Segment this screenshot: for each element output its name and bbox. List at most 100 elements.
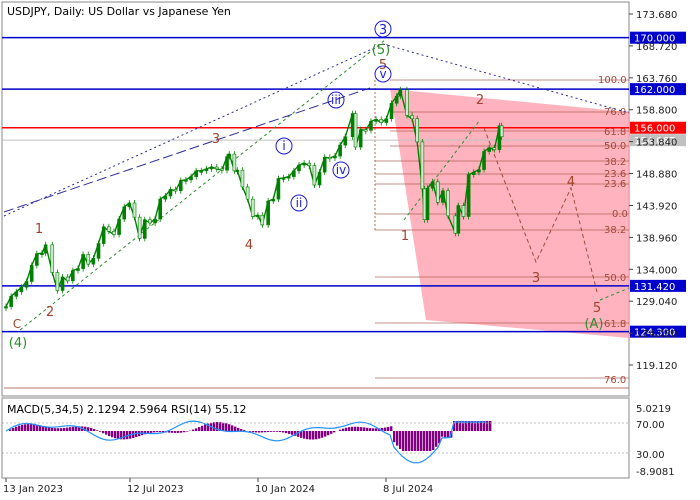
wave-label: 3 [212,132,220,147]
wave-label: 4 [245,238,253,253]
wave-label: 3 [379,23,387,38]
macd-bar [171,431,174,433]
candle [86,254,91,265]
candle [91,258,96,265]
price-tick-label: 173.680 [636,10,677,21]
candle [369,121,373,131]
macd-bar [363,427,366,431]
candle [477,169,481,173]
level-tag-label: 156.000 [634,124,675,135]
price-tick-label: 134.000 [636,265,677,276]
macd-bar [414,431,417,451]
macd-bar [426,431,429,451]
candle [122,206,127,220]
macd-bar [387,426,390,431]
level-tag-label: 162.000 [634,85,675,96]
macd-tick-label: 5.0219 [636,404,671,415]
wave-label: v [379,67,386,81]
candle [353,113,358,148]
macd-bar [213,422,216,431]
macd-bar [369,428,372,431]
macd-bar [90,428,93,431]
candle [471,171,476,176]
macd-bar [405,431,408,451]
candle [168,189,173,197]
usdjpy-chart: 100.076.061.850.038.223.623.60.038.250.0… [0,0,700,500]
macd-bar [180,431,183,433]
candle [189,176,193,181]
macd-bar [354,426,357,431]
macd-bar [192,429,195,431]
macd-bar [366,427,369,431]
candle [410,115,414,120]
level-tag-label: 131.420 [634,282,675,293]
macd-bar [159,431,162,433]
candle [214,166,219,170]
macd-bar [420,431,423,451]
candle [220,168,224,171]
candle [204,168,209,172]
candle [4,306,8,309]
candle [81,254,85,269]
candle [71,270,75,282]
macd-bar [309,431,312,440]
wave-label: 1 [35,222,43,237]
candle [112,231,116,235]
candle [184,179,188,182]
candle [60,276,65,291]
macd-bar [411,431,414,451]
chart-title: USDJPY, Daily: US Dollar vs Japanese Yen [7,5,231,18]
macd-bar [276,431,279,432]
wave-label: ii [296,196,303,210]
candle [225,156,229,171]
candle [297,164,301,172]
macd-bar [27,424,30,431]
wave-label: 2 [476,93,484,108]
candle [302,162,306,166]
candle [209,166,214,170]
candle [250,198,255,217]
candle [194,170,198,177]
candle [127,202,132,208]
candle [343,136,348,146]
macd-bar [186,431,189,432]
candle [328,157,332,160]
candle [405,89,409,116]
wave-label: iii [331,93,341,107]
candle [19,286,24,293]
candle [430,181,435,189]
macd-bar [339,429,342,431]
macd-bar [288,431,291,434]
macd-bar [12,428,15,431]
macd-bar [66,427,69,431]
candle [322,157,327,173]
macd-bar [357,426,360,431]
macd-bar [315,431,318,440]
candle [398,89,403,97]
candle [461,205,466,217]
candle [286,176,291,179]
fib-level-label: 38.2 [604,157,626,168]
wave-label: 4 [567,175,575,190]
macd-bar [114,431,117,439]
candle [199,170,204,173]
macd-bar [333,431,336,433]
macd-bar [18,425,21,431]
macd-bar [390,426,393,431]
macd-bar [255,431,258,433]
macd-bar [225,423,228,431]
macd-bar [312,431,315,440]
candle [76,268,80,271]
candle [107,226,111,232]
macd-bar [63,427,66,431]
price-tick-label: 148.880 [636,170,677,181]
macd-bar [291,431,294,435]
candle [178,180,183,192]
candle [453,215,458,234]
candle [338,144,342,157]
macd-bar [330,431,333,434]
macd-bar [441,431,444,437]
macd-bar [99,431,102,432]
macd-bar [306,431,309,440]
macd-bar [264,431,267,433]
